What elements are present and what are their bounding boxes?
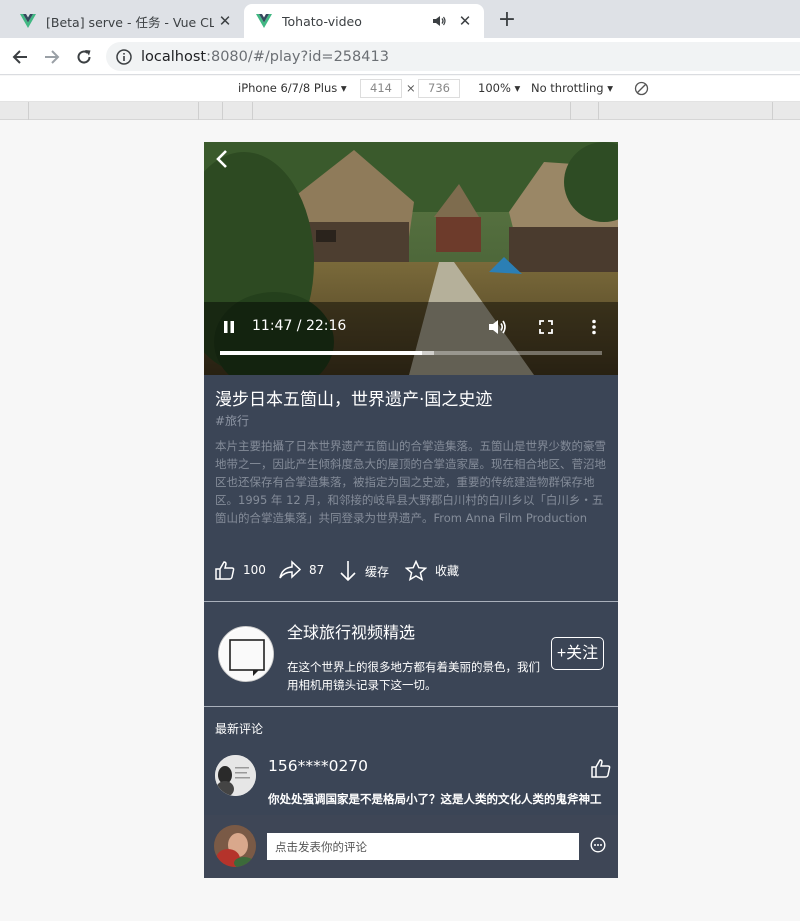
url-path: :8080/#/play?id=258413 xyxy=(206,48,389,65)
comments-heading: 最新评论 xyxy=(215,722,264,736)
browser-tab-strip: [Beta] serve - 任务 - Vue CLI ✕ Tohato-vid… xyxy=(0,0,800,38)
channel-name[interactable]: 全球旅行视频精选 xyxy=(287,619,415,643)
video-actions: 100 87 缓存 收藏 xyxy=(215,560,607,586)
video-frame xyxy=(204,142,618,375)
cache-label: 缓存 xyxy=(365,564,390,579)
progress-bar[interactable] xyxy=(220,351,602,355)
tab-title: Tohato-video xyxy=(282,13,362,29)
vue-logo-icon xyxy=(20,14,36,28)
vue-logo-icon xyxy=(256,14,272,28)
browser-tab-vue-cli[interactable]: [Beta] serve - 任务 - Vue CLI ✕ xyxy=(8,4,244,38)
thumbs-up-icon xyxy=(215,561,235,580)
info-icon[interactable] xyxy=(116,48,132,65)
forward-arrow-icon[interactable] xyxy=(39,44,65,70)
mobile-viewport: 11:47 / 22:16 漫步日本五箇山，世界遗产·国之史迹 #旅行 本片主要… xyxy=(204,142,618,878)
thumbs-up-icon[interactable] xyxy=(591,758,611,778)
playback-time: 11:47 / 22:16 xyxy=(252,318,347,334)
follow-button[interactable]: +关注 xyxy=(551,637,604,670)
url-host: localhost xyxy=(141,48,207,65)
new-tab-icon[interactable]: + xyxy=(494,8,520,34)
share-button[interactable]: 87 xyxy=(279,560,324,580)
address-bar[interactable]: localhost:8080/#/play?id=258413 xyxy=(106,42,800,71)
throttling-select[interactable]: No throttling ▾ xyxy=(531,81,613,95)
device-height-input[interactable]: 736 xyxy=(418,79,460,98)
zoom-select[interactable]: 100% ▾ xyxy=(478,81,520,95)
video-tag[interactable]: #旅行 xyxy=(215,412,249,429)
speaker-icon[interactable] xyxy=(432,14,446,28)
share-count: 87 xyxy=(309,563,325,577)
media-query-ruler xyxy=(0,102,800,120)
cache-button[interactable]: 缓存 xyxy=(339,560,389,582)
avatar-image xyxy=(214,825,256,867)
browser-toolbar: localhost:8080/#/play?id=258413 xyxy=(0,38,800,75)
progress-played xyxy=(220,351,423,355)
divider xyxy=(204,706,618,707)
comment-bar xyxy=(204,815,618,878)
fullscreen-icon[interactable] xyxy=(539,320,553,334)
channel-description: 在这个世界上的很多地方都有着美丽的景色，我们用相机用镜头记录下这一切。 xyxy=(287,660,540,692)
travel-intern-logo xyxy=(220,628,273,681)
back-chevron-icon[interactable] xyxy=(212,148,232,170)
rotate-icon[interactable] xyxy=(634,81,649,96)
channel-avatar[interactable] xyxy=(218,626,274,682)
like-count: 100 xyxy=(243,563,266,577)
close-tab-icon[interactable]: ✕ xyxy=(214,12,236,30)
comment-text: 你处处强调国家是不是格局小了？这是人类的文化人类的鬼斧神工 xyxy=(268,792,602,806)
video-title: 漫步日本五箇山，世界遗产·国之史迹 xyxy=(215,390,493,410)
browser-tab-tohato-video[interactable]: Tohato-video ✕ xyxy=(244,4,484,38)
share-arrow-icon xyxy=(279,560,301,579)
channel-card: 全球旅行视频精选 在这个世界上的很多地方都有着美丽的景色，我们用相机用镜头记录下… xyxy=(204,602,618,706)
comment-item: 156****0270 你处处强调国家是不是格局小了？这是人类的文化人类的鬼斧神… xyxy=(204,747,618,817)
user-avatar[interactable] xyxy=(214,825,256,867)
commenter-name: 156****0270 xyxy=(268,757,369,775)
video-player[interactable]: 11:47 / 22:16 xyxy=(204,142,618,375)
device-width-input[interactable]: 414 xyxy=(360,79,402,98)
video-description: 本片主要拍攝了日本世界遗产五箇山的合掌造集落。五箇山是世界少数的豪雪地带之一，因… xyxy=(215,439,606,525)
like-button[interactable]: 100 xyxy=(215,560,266,580)
more-options-icon[interactable] xyxy=(591,319,597,335)
commenter-avatar[interactable] xyxy=(215,755,256,796)
back-arrow-icon[interactable] xyxy=(7,44,33,70)
pause-icon[interactable] xyxy=(223,320,235,334)
favorite-label: 收藏 xyxy=(435,564,460,578)
star-icon xyxy=(405,560,427,581)
avatar-image xyxy=(215,755,256,796)
volume-icon[interactable] xyxy=(488,318,508,336)
tab-title: [Beta] serve - 任务 - Vue CLI xyxy=(46,14,214,30)
device-toolbar: iPhone 6/7/8 Plus ▾ 414 × 736 100% ▾ No … xyxy=(0,76,800,102)
favorite-button[interactable]: 收藏 xyxy=(405,560,459,581)
chat-bubble-icon[interactable] xyxy=(590,837,606,853)
reload-icon[interactable] xyxy=(71,44,97,70)
device-select[interactable]: iPhone 6/7/8 Plus ▾ xyxy=(238,81,347,95)
comment-input[interactable] xyxy=(267,833,579,860)
dimension-separator: × xyxy=(406,81,416,95)
close-tab-icon[interactable]: ✕ xyxy=(454,12,476,30)
download-arrow-icon xyxy=(340,561,356,582)
